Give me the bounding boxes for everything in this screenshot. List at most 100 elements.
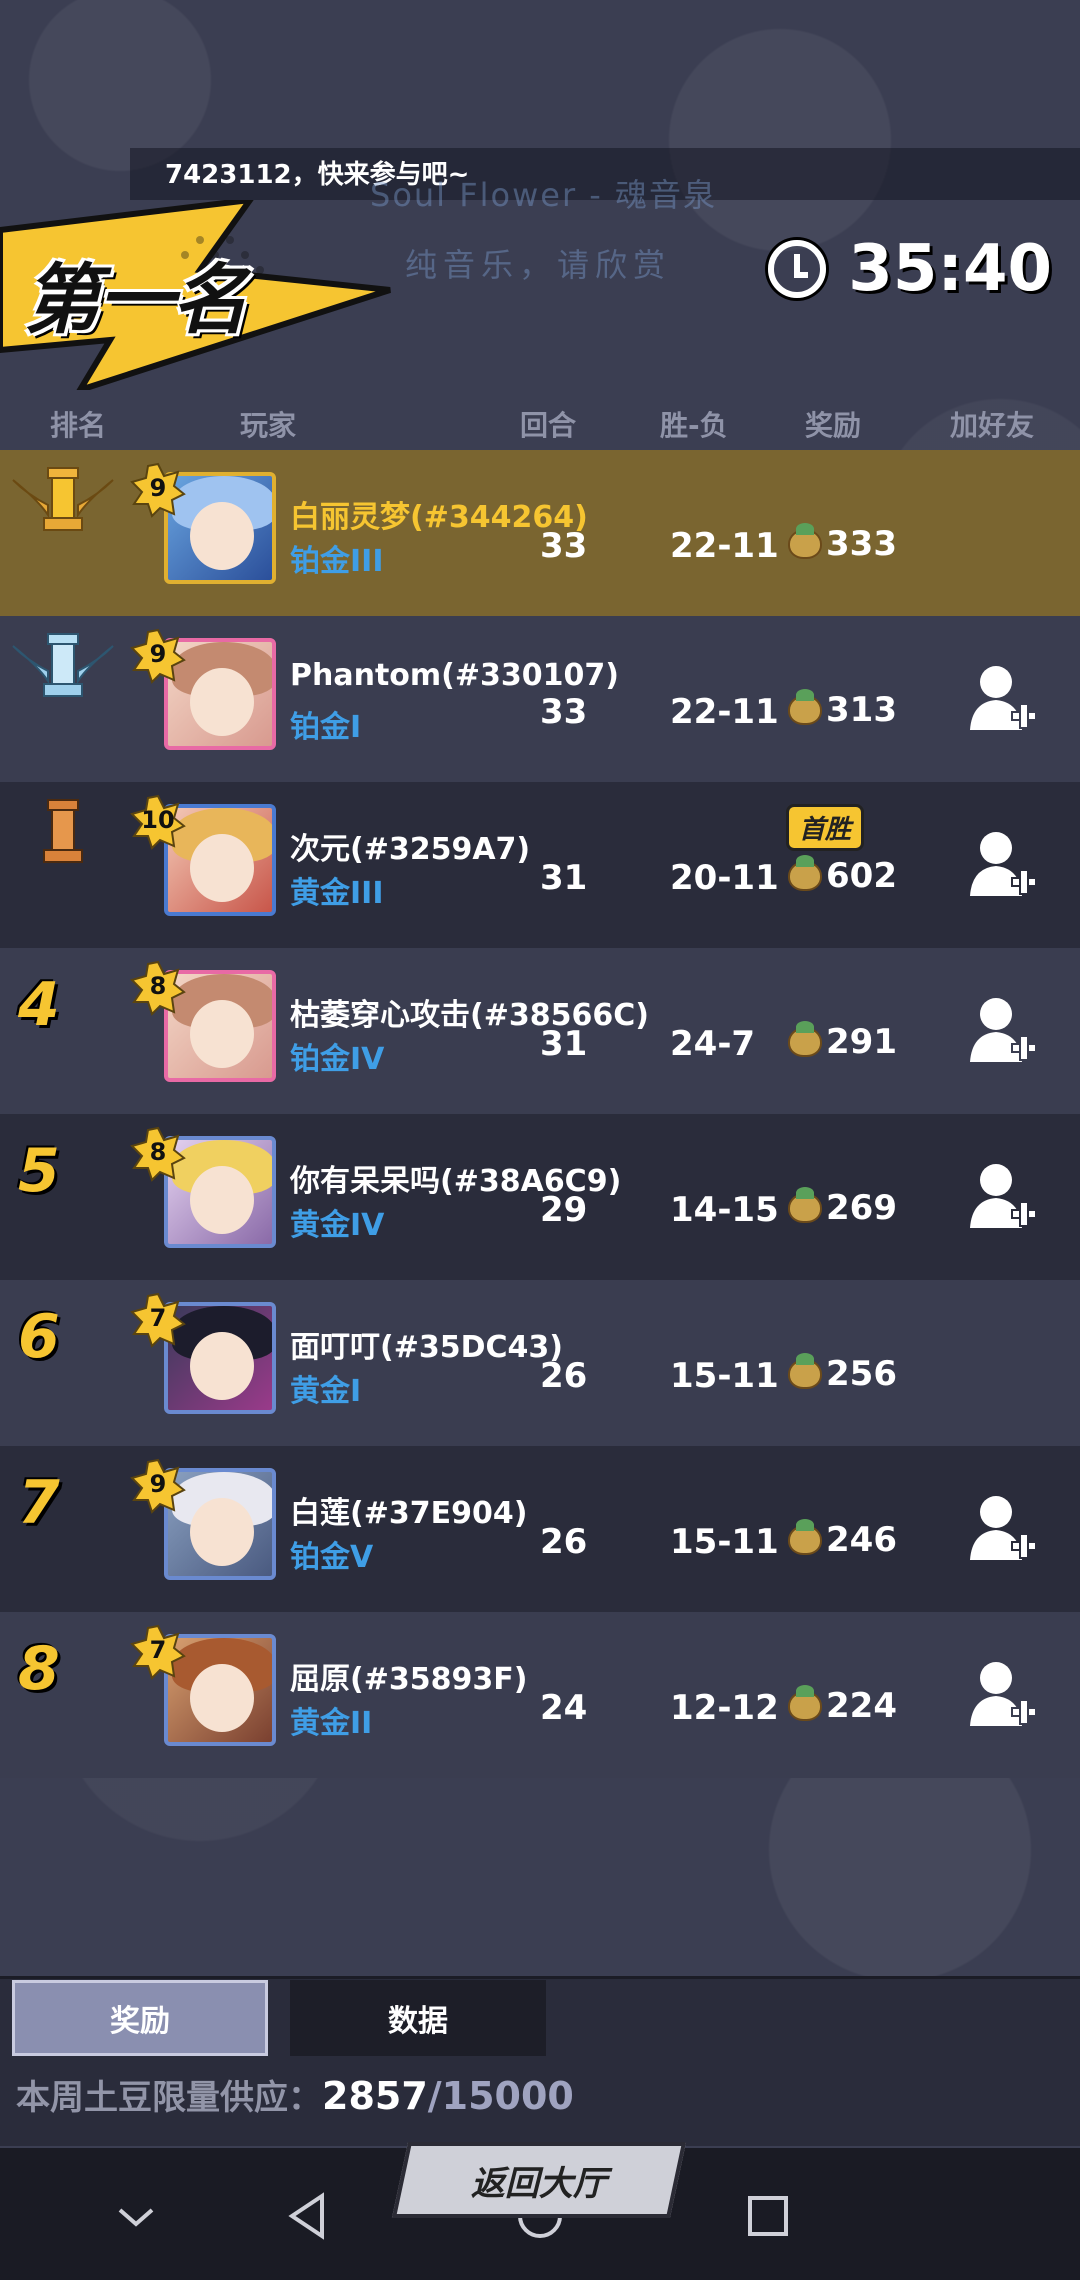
level-number: 7 [149, 1636, 167, 1664]
leaderboard-row[interactable]: 4 8 枯萎穿心攻击(#38566C) 铂金IV 31 24-7 291 [0, 948, 1080, 1114]
bronze-rook-trophy-icon [43, 799, 83, 863]
supply-current: 2857 [322, 2074, 428, 2118]
recent-apps-icon[interactable] [738, 2186, 798, 2246]
win-loss-value: 12-12 [670, 1688, 779, 1728]
player-name: 面叮叮(#35DC43) [290, 1330, 563, 1365]
rounds-value: 31 [540, 1024, 588, 1064]
rounds-value: 31 [540, 858, 588, 898]
level-number: 8 [149, 1138, 167, 1166]
potato-icon [788, 1021, 822, 1057]
rank-number: 7 [18, 1468, 60, 1538]
win-loss-value: 14-15 [670, 1190, 779, 1230]
potato-icon [788, 1187, 822, 1223]
rounds-value: 33 [540, 692, 588, 732]
leaderboard-row[interactable]: 10 次元(#3259A7) 黄金III 31 20-11 首胜 602 [0, 782, 1080, 948]
rounds-value: 33 [540, 526, 588, 566]
level-badge: 7 [130, 1624, 186, 1680]
return-to-lobby-label: 返回大厅 [471, 2163, 607, 2204]
level-number: 9 [149, 474, 167, 502]
leaderboard-row[interactable]: 7 9 白莲(#37E904) 铂金V 26 15-11 246 [0, 1446, 1080, 1612]
player-name: Phantom(#330107) [290, 658, 619, 693]
header-add-friend: 加好友 [950, 409, 1035, 442]
potato-icon [788, 523, 822, 559]
rank-number: 6 [18, 1302, 60, 1372]
player-tier: 黄金II [290, 1706, 373, 1741]
leaderboard-row[interactable]: 5 8 你有呆呆吗(#38A6C9) 黄金IV 29 14-15 269 [0, 1114, 1080, 1280]
tab-data[interactable]: 数据 [290, 1980, 546, 2056]
back-icon[interactable] [278, 2186, 338, 2246]
reward-value: 313 [788, 689, 897, 730]
add-friend-icon[interactable] [968, 826, 1038, 900]
leaderboard-row[interactable]: 6 7 面叮叮(#35DC43) 黄金I 26 15-11 256 [0, 1280, 1080, 1446]
level-badge: 9 [130, 462, 186, 518]
player-tier: 黄金I [290, 1374, 362, 1409]
leaderboard-row[interactable]: 9 Phantom(#330107) 铂金I 33 22-11 313 [0, 616, 1080, 782]
rounds-value: 26 [540, 1522, 588, 1562]
add-friend-icon[interactable] [968, 660, 1038, 734]
level-badge: 7 [130, 1292, 186, 1348]
reward-value: 333 [788, 523, 897, 564]
supply-total: /15000 [427, 2074, 574, 2118]
player-tier: 铂金I [290, 710, 362, 745]
level-badge: 10 [130, 794, 186, 850]
player-tier: 铂金IV [290, 1042, 385, 1077]
level-badge: 8 [130, 1126, 186, 1182]
win-loss-value: 22-11 [670, 526, 779, 566]
level-number: 8 [149, 972, 167, 1000]
level-number: 7 [149, 1304, 167, 1332]
rank-number: 5 [18, 1136, 60, 1206]
leaderboard-row[interactable]: 8 7 屈原(#35893F) 黄金II 24 12-12 224 [0, 1612, 1080, 1778]
add-friend-icon[interactable] [968, 1656, 1038, 1730]
music-watermark-title: Soul Flower - 魂音泉 [370, 176, 718, 214]
header-player: 玩家 [240, 409, 297, 442]
rounds-value: 26 [540, 1356, 588, 1396]
level-number: 9 [149, 1470, 167, 1498]
player-name: 屈原(#35893F) [290, 1662, 528, 1697]
gold-rook-trophy-icon [12, 467, 114, 531]
player-name: 次元(#3259A7) [290, 832, 531, 867]
potato-icon [788, 1519, 822, 1555]
player-tier: 铂金III [290, 544, 384, 579]
reward-value: 291 [788, 1021, 897, 1062]
player-name: 枯萎穿心攻击(#38566C) [290, 998, 649, 1033]
potato-icon [788, 689, 822, 725]
chevron-down-icon[interactable] [106, 2186, 166, 2246]
leaderboard-row[interactable]: 9 白丽灵梦(#344264) 铂金III 33 22-11 333 [0, 450, 1080, 616]
win-loss-value: 20-11 [670, 858, 779, 898]
reward-value: 269 [788, 1187, 897, 1228]
win-loss-value: 15-11 [670, 1522, 779, 1562]
weekly-potato-supply: 本周土豆限量供应：2857/15000 [16, 2070, 574, 2119]
player-tier: 铂金V [290, 1540, 374, 1575]
return-to-lobby-button[interactable]: 返回大厅 [391, 2142, 687, 2218]
add-friend-icon[interactable] [968, 1158, 1038, 1232]
reward-value: 256 [788, 1353, 897, 1394]
add-friend-icon[interactable] [968, 992, 1038, 1066]
player-tier: 黄金IV [290, 1208, 385, 1243]
player-name: 白莲(#37E904) [290, 1496, 528, 1531]
timer-value: 35:40 [848, 232, 1052, 306]
rank-number: 4 [18, 970, 60, 1040]
reward-value: 602 [788, 855, 897, 896]
level-number: 9 [149, 640, 167, 668]
player-tier: 黄金III [290, 876, 384, 911]
win-loss-value: 24-7 [670, 1024, 756, 1064]
first-win-badge: 首胜 [786, 804, 865, 851]
header-win-loss: 胜-负 [660, 409, 728, 442]
supply-label: 本周土豆限量供应： [16, 2078, 322, 2118]
reward-value: 246 [788, 1519, 897, 1560]
clock-icon [768, 240, 827, 298]
win-loss-value: 22-11 [670, 692, 779, 732]
add-friend-icon[interactable] [968, 1490, 1038, 1564]
header-rank: 排名 [50, 409, 107, 442]
rounds-value: 29 [540, 1190, 588, 1230]
potato-icon [788, 1353, 822, 1389]
level-number: 10 [141, 806, 175, 834]
tab-reward[interactable]: 奖励 [12, 1980, 268, 2056]
reward-value: 224 [788, 1685, 897, 1726]
level-badge: 9 [130, 1458, 186, 1514]
rounds-value: 24 [540, 1688, 588, 1728]
match-timer: 35:40 [768, 232, 1052, 306]
music-watermark-subtitle: 纯音乐，请欣赏 [405, 246, 672, 284]
potato-icon [788, 855, 822, 891]
rank-number: 8 [18, 1634, 60, 1704]
